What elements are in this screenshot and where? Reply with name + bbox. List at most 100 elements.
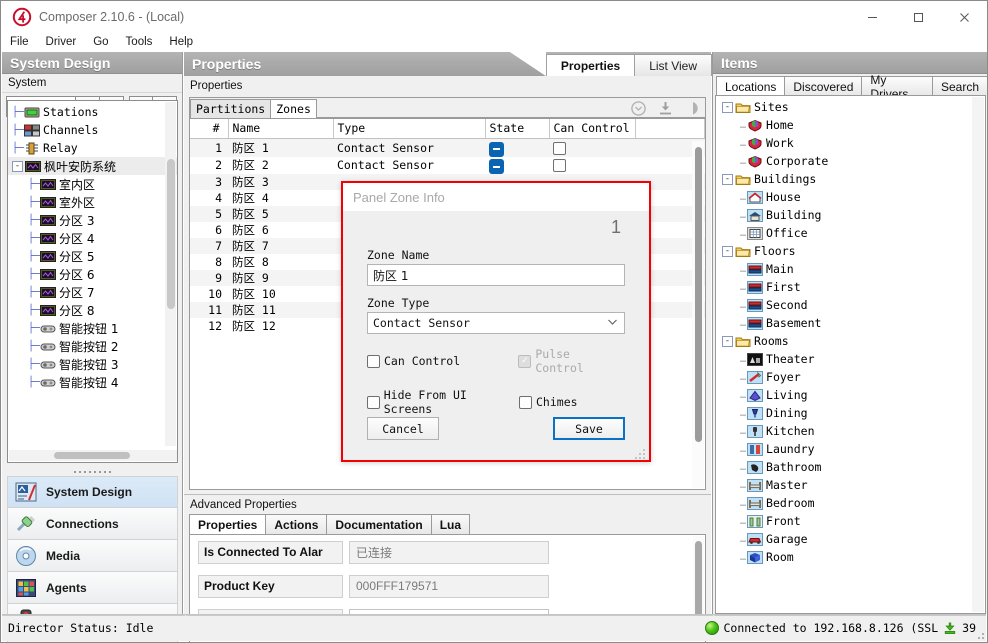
can-control-checkbox[interactable]: Can Control: [367, 354, 518, 368]
tree-item[interactable]: ├─ 智能按钮 4: [8, 373, 177, 391]
tree-item[interactable]: ├─ 分区 7: [8, 283, 177, 301]
items-tab-search[interactable]: Search: [931, 76, 987, 96]
system-tree[interactable]: ├─ Stations ├─ Channels ├─ Relay - 枫叶安防系统 ├─ 室内区 ├…: [7, 100, 178, 463]
items-tree-item[interactable]: … Corporate: [716, 152, 985, 170]
items-tree-expander[interactable]: -: [722, 335, 733, 347]
table-row[interactable]: 1 防区 1 Contact Sensor: [190, 138, 705, 157]
items-tree-item[interactable]: … Building: [716, 206, 985, 224]
column-can-control[interactable]: Can Control: [549, 119, 636, 139]
zone-name-input[interactable]: 防区 1: [367, 264, 625, 286]
items-tree-item[interactable]: … Work: [716, 134, 985, 152]
items-tree-item[interactable]: … Front: [716, 512, 985, 530]
tree-item[interactable]: ├─ Stations: [8, 103, 177, 121]
tree-item[interactable]: ├─ 分区 5: [8, 247, 177, 265]
adv-tab-actions[interactable]: Actions: [265, 514, 328, 534]
column-type[interactable]: Type: [333, 119, 486, 139]
tree-item[interactable]: ├─ 分区 8: [8, 301, 177, 319]
download-icon[interactable]: [657, 100, 674, 117]
menu-help[interactable]: Help: [167, 35, 202, 50]
tab-zones[interactable]: Zones: [270, 99, 317, 118]
menu-tools[interactable]: Tools: [124, 35, 162, 50]
tree-item[interactable]: ├─ 分区 6: [8, 265, 177, 283]
items-tree-item[interactable]: - Sites: [716, 98, 985, 116]
tree-item[interactable]: ├─ Relay: [8, 139, 177, 157]
items-tree-expander[interactable]: -: [722, 101, 733, 113]
tab-properties[interactable]: Properties: [545, 54, 636, 76]
items-tab-locations[interactable]: Locations: [716, 76, 786, 96]
tree-vscroll-thumb[interactable]: [167, 159, 175, 309]
close-button[interactable]: [941, 1, 987, 33]
items-tree-item[interactable]: … Foyer: [716, 368, 985, 386]
items-tree-item[interactable]: - Floors: [716, 242, 985, 260]
items-tree-item[interactable]: … House: [716, 188, 985, 206]
items-tree-item[interactable]: … Dining: [716, 404, 985, 422]
items-tab-discovered[interactable]: Discovered: [784, 76, 863, 96]
nav-connections-button[interactable]: Connections: [7, 508, 178, 540]
column-state[interactable]: State: [485, 119, 550, 139]
cell-can-control[interactable]: [549, 157, 635, 175]
state-minus-icon[interactable]: [489, 141, 504, 157]
items-tree-item[interactable]: … Laundry: [716, 440, 985, 458]
items-vscrollbar[interactable]: [972, 97, 984, 612]
tab-list-view[interactable]: List View: [634, 54, 712, 76]
tab-partitions[interactable]: Partitions: [190, 99, 272, 118]
clock-icon[interactable]: [630, 100, 647, 117]
menu-file[interactable]: File: [8, 35, 38, 50]
adv-tab-lua[interactable]: Lua: [430, 514, 471, 534]
tree-hscroll-thumb[interactable]: [54, 452, 130, 459]
items-tree[interactable]: - Sites … Home … Work … Corporate - Buildings … Hou…: [715, 95, 986, 614]
column-num[interactable]: #: [190, 119, 229, 139]
tree-item[interactable]: ├─ 室外区: [8, 193, 177, 211]
panel-splitter[interactable]: [7, 467, 178, 476]
tree-item[interactable]: ├─ 分区 4: [8, 229, 177, 247]
adv-tab-properties[interactable]: Properties: [189, 514, 267, 534]
cancel-button[interactable]: Cancel: [367, 417, 439, 440]
adv-tab-documentation[interactable]: Documentation: [326, 514, 432, 534]
hide-from-ui-checkbox[interactable]: Hide From UI Screens: [367, 388, 519, 416]
menu-go[interactable]: Go: [91, 35, 117, 50]
nav-agents-button[interactable]: Agents: [7, 572, 178, 604]
dialog-resize-grip[interactable]: [634, 448, 645, 459]
items-tree-expander[interactable]: -: [722, 245, 733, 257]
nav-media-button[interactable]: Media: [7, 540, 178, 572]
save-button[interactable]: Save: [553, 417, 625, 440]
items-tree-item[interactable]: … Master: [716, 476, 985, 494]
window-resize-grip[interactable]: [974, 629, 984, 639]
tree-item[interactable]: ├─ 室内区: [8, 175, 177, 193]
items-tree-item[interactable]: … First: [716, 278, 985, 296]
shape-icon[interactable]: [684, 100, 701, 117]
menu-driver[interactable]: Driver: [44, 35, 86, 50]
items-tree-item[interactable]: … Garage: [716, 530, 985, 548]
items-tree-item[interactable]: … Office: [716, 224, 985, 242]
minimize-button[interactable]: [849, 1, 895, 33]
items-tree-item[interactable]: - Buildings: [716, 170, 985, 188]
tree-item[interactable]: ├─ 智能按钮 2: [8, 337, 177, 355]
tree-item[interactable]: - 枫叶安防系统: [8, 157, 177, 175]
nav-system-design-button[interactable]: System Design: [7, 476, 178, 508]
items-tree-item[interactable]: … Home: [716, 116, 985, 134]
tree-item[interactable]: ├─ 智能按钮 1: [8, 319, 177, 337]
tree-expander[interactable]: -: [12, 160, 23, 172]
items-tree-expander[interactable]: -: [722, 173, 733, 185]
items-tree-item[interactable]: … Main: [716, 260, 985, 278]
state-minus-icon[interactable]: [489, 159, 504, 174]
tree-item[interactable]: ├─ Channels: [8, 121, 177, 139]
tree-item[interactable]: ├─ 分区 3: [8, 211, 177, 229]
items-tab-my-drivers[interactable]: My Drivers: [861, 73, 933, 101]
items-tree-item[interactable]: … Basement: [716, 314, 985, 332]
cell-can-control[interactable]: [549, 139, 635, 157]
zone-type-select[interactable]: Contact Sensor: [367, 312, 625, 334]
items-tree-item[interactable]: … Living: [716, 386, 985, 404]
items-tree-item[interactable]: … Kitchen: [716, 422, 985, 440]
items-tree-item[interactable]: … Theater: [716, 350, 985, 368]
tree-item[interactable]: ├─ 智能按钮 3: [8, 355, 177, 373]
items-tree-item[interactable]: … Room: [716, 548, 985, 566]
can-control-checkbox[interactable]: [553, 141, 566, 155]
chimes-checkbox[interactable]: Chimes: [519, 395, 578, 409]
items-tree-item[interactable]: … Bathroom: [716, 458, 985, 476]
items-tree-item[interactable]: … Second: [716, 296, 985, 314]
items-tree-item[interactable]: - Rooms: [716, 332, 985, 350]
table-row[interactable]: 2 防区 2 Contact Sensor: [190, 157, 705, 175]
can-control-checkbox[interactable]: [553, 159, 566, 173]
column-name[interactable]: Name: [228, 119, 334, 139]
